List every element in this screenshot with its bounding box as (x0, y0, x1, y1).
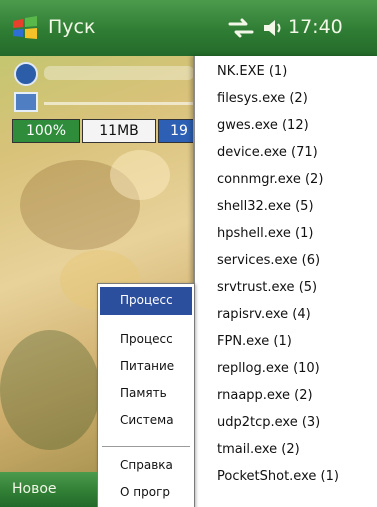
list-item[interactable]: hpshell.exe (1) (217, 226, 313, 241)
title-bar: Пуск 17:40 (0, 0, 377, 56)
menu-item-about[interactable]: О прогр (120, 485, 170, 499)
list-item[interactable]: tmail.exe (2) (217, 442, 300, 457)
menu-item-system[interactable]: Система (120, 413, 174, 427)
list-item[interactable]: PocketShot.exe (1) (217, 469, 339, 484)
menu-item-help[interactable]: Справка (120, 458, 173, 472)
list-item[interactable]: rnaapp.exe (2) (217, 388, 313, 403)
list-item[interactable]: services.exe (6) (217, 253, 320, 268)
today-screen: Пуск 17:40 100% 11MB 19 NK.EXE (1) files… (0, 0, 377, 507)
menu-item-power[interactable]: Питание (120, 359, 174, 373)
list-item[interactable]: connmgr.exe (2) (217, 172, 323, 187)
memory-status[interactable]: 11MB (82, 119, 156, 143)
list-item[interactable]: NK.EXE (1) (217, 64, 287, 79)
list-item[interactable]: filesys.exe (2) (217, 91, 308, 106)
menu-item-selected[interactable]: Процесс (100, 287, 192, 315)
owner-icon (14, 62, 38, 86)
process-list: NK.EXE (1) filesys.exe (2) gwes.exe (12)… (193, 56, 377, 507)
list-item[interactable]: gwes.exe (12) (217, 118, 309, 133)
softkey-bar: Новое (0, 472, 97, 507)
menu-item-memory[interactable]: Память (120, 386, 167, 400)
calendar-icon (14, 92, 38, 112)
list-item[interactable]: udp2tcp.exe (3) (217, 415, 320, 430)
owner-info-text-blur (44, 66, 194, 80)
volume-icon[interactable] (262, 16, 284, 40)
list-item[interactable]: device.exe (71) (217, 145, 318, 160)
windows-flag-icon[interactable] (10, 13, 40, 43)
list-item[interactable]: srvtrust.exe (5) (217, 280, 317, 295)
list-item[interactable]: repllog.exe (10) (217, 361, 320, 376)
calendar-underline (44, 102, 204, 105)
wallpaper-decoration (110, 150, 170, 200)
battery-status[interactable]: 100% (12, 119, 80, 143)
clock-time[interactable]: 17:40 (288, 16, 343, 38)
start-menu-label[interactable]: Пуск (48, 16, 95, 38)
owner-info-row[interactable] (8, 56, 208, 90)
list-item[interactable]: FPN.exe (1) (217, 334, 292, 349)
connectivity-icon[interactable] (228, 17, 254, 39)
wallpaper-decoration (0, 330, 100, 450)
list-item[interactable]: rapisrv.exe (4) (217, 307, 311, 322)
calendar-row[interactable] (8, 88, 208, 116)
menu-divider (102, 446, 190, 447)
list-item[interactable]: shell32.exe (5) (217, 199, 314, 214)
menu-item-selected-label: Процесс (120, 293, 173, 307)
new-softkey[interactable]: Новое (12, 481, 57, 497)
menu-item-process[interactable]: Процесс (120, 332, 173, 346)
context-menu: Процесс Процесс Питание Память Система С… (97, 283, 195, 507)
